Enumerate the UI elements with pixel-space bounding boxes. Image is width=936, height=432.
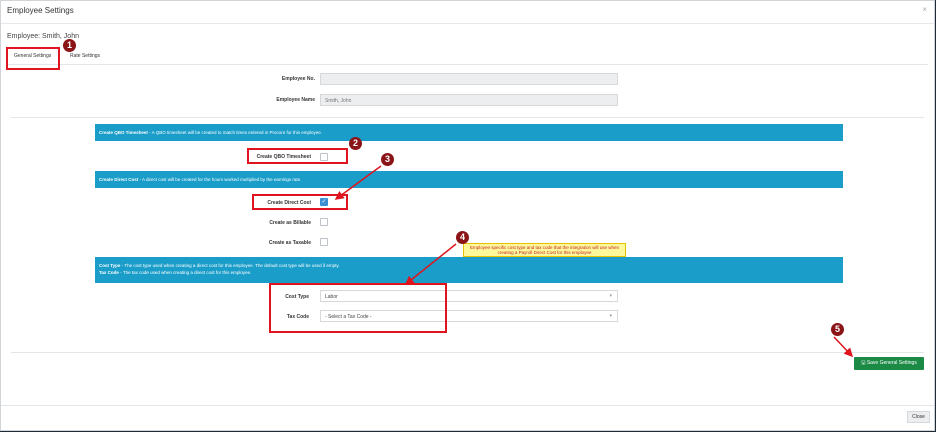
annotation-marker-4: 4 bbox=[456, 231, 469, 244]
annotation-marker-1: 1 bbox=[63, 39, 76, 52]
annotation-arrows bbox=[334, 165, 854, 358]
annotation-marker-3: 3 bbox=[381, 153, 394, 166]
annotation-marker-5: 5 bbox=[831, 323, 844, 336]
annotation-callout: Employee specific cost type and tax code… bbox=[463, 243, 626, 257]
arrow-to-save-button bbox=[833, 336, 854, 358]
arrow-to-cost-type bbox=[404, 243, 457, 285]
arrow-to-direct-cost bbox=[334, 165, 382, 200]
employee-settings-modal: Employee Settings × Employee: Smith, Joh… bbox=[0, 0, 935, 431]
annotation-marker-2: 2 bbox=[349, 137, 362, 150]
